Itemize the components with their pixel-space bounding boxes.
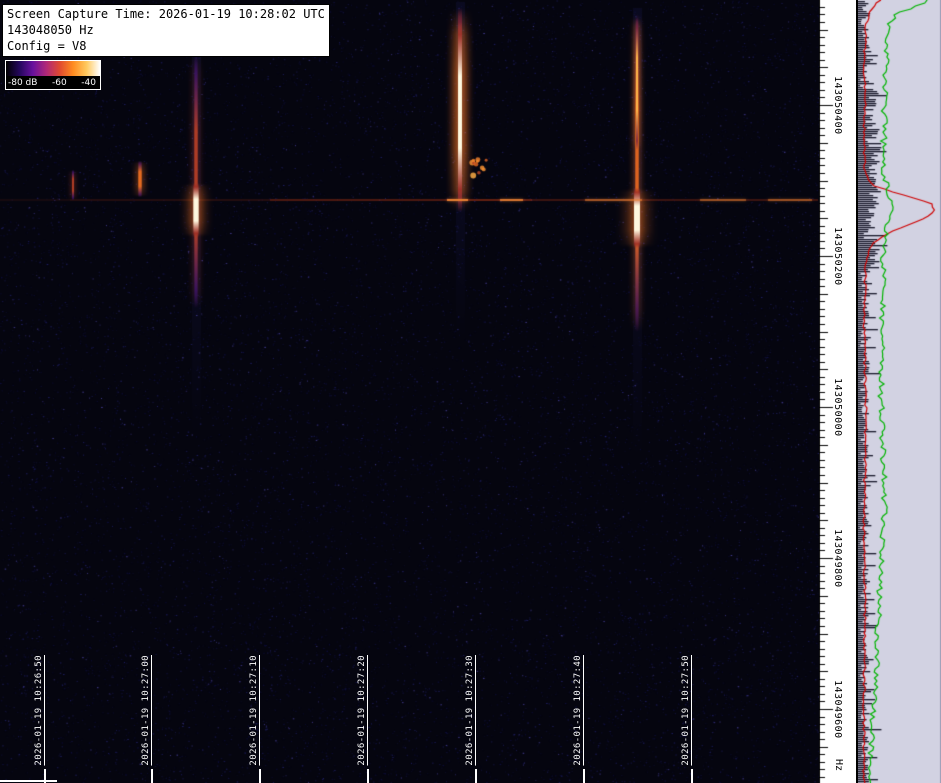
time-axis-label: 2026-01-19 10:26:50 [34, 655, 44, 766]
colorbar-mid-label: -60 [52, 78, 67, 88]
time-axis-tick [691, 769, 693, 783]
time-axis-tick [367, 769, 369, 783]
time-axis-label: 2026-01-19 10:27:00 [141, 655, 151, 766]
time-axis-tick [259, 769, 261, 783]
time-axis-tick [583, 769, 585, 783]
time-axis-label: 2026-01-19 10:27:20 [357, 655, 367, 766]
capture-time-text: Screen Capture Time: 2026-01-19 10:28:02… [7, 6, 325, 22]
frequency-axis-label: 143050000 [832, 378, 843, 437]
time-axis-tick [475, 769, 477, 783]
spectrogram-screen-capture: 2026-01-19 10:26:50 2026-01-19 10:27:00 20… [0, 0, 941, 783]
info-box: Screen Capture Time: 2026-01-19 10:28:02… [2, 4, 330, 57]
spectrum-side-panel-canvas [858, 0, 941, 783]
time-axis-label: 2026-01-19 10:27:10 [249, 655, 259, 766]
time-axis-label: 2026-01-19 10:27:30 [465, 655, 475, 766]
config-text: Config = V8 [7, 38, 325, 54]
frequency-axis-label: 143050200 [832, 227, 843, 286]
center-frequency-text: 143048050 Hz [7, 22, 325, 38]
frequency-axis-label: 143050400 [832, 76, 843, 135]
time-axis-label: 2026-01-19 10:27:40 [573, 655, 583, 766]
time-axis: 2026-01-19 10:26:50 2026-01-19 10:27:00 20… [0, 0, 819, 783]
colorbar-legend: -80 dB -60 -40 [5, 60, 101, 90]
colorbar-gradient [6, 61, 100, 76]
colorbar-labels: -80 dB -60 -40 [6, 76, 100, 89]
frequency-axis: Hz 143050400 143050200 143050000 143049800 1… [819, 0, 856, 783]
frequency-unit-label: Hz [833, 759, 844, 771]
frequency-axis-label: 143049600 [832, 680, 843, 739]
colorbar-max-label: -40 [81, 78, 96, 88]
bottom-edge-line [0, 780, 57, 782]
time-axis-label: 2026-01-19 10:27:50 [681, 655, 691, 766]
colorbar-min-label: -80 dB [8, 78, 37, 88]
frequency-axis-label: 143049800 [832, 529, 843, 588]
time-axis-tick [151, 769, 153, 783]
